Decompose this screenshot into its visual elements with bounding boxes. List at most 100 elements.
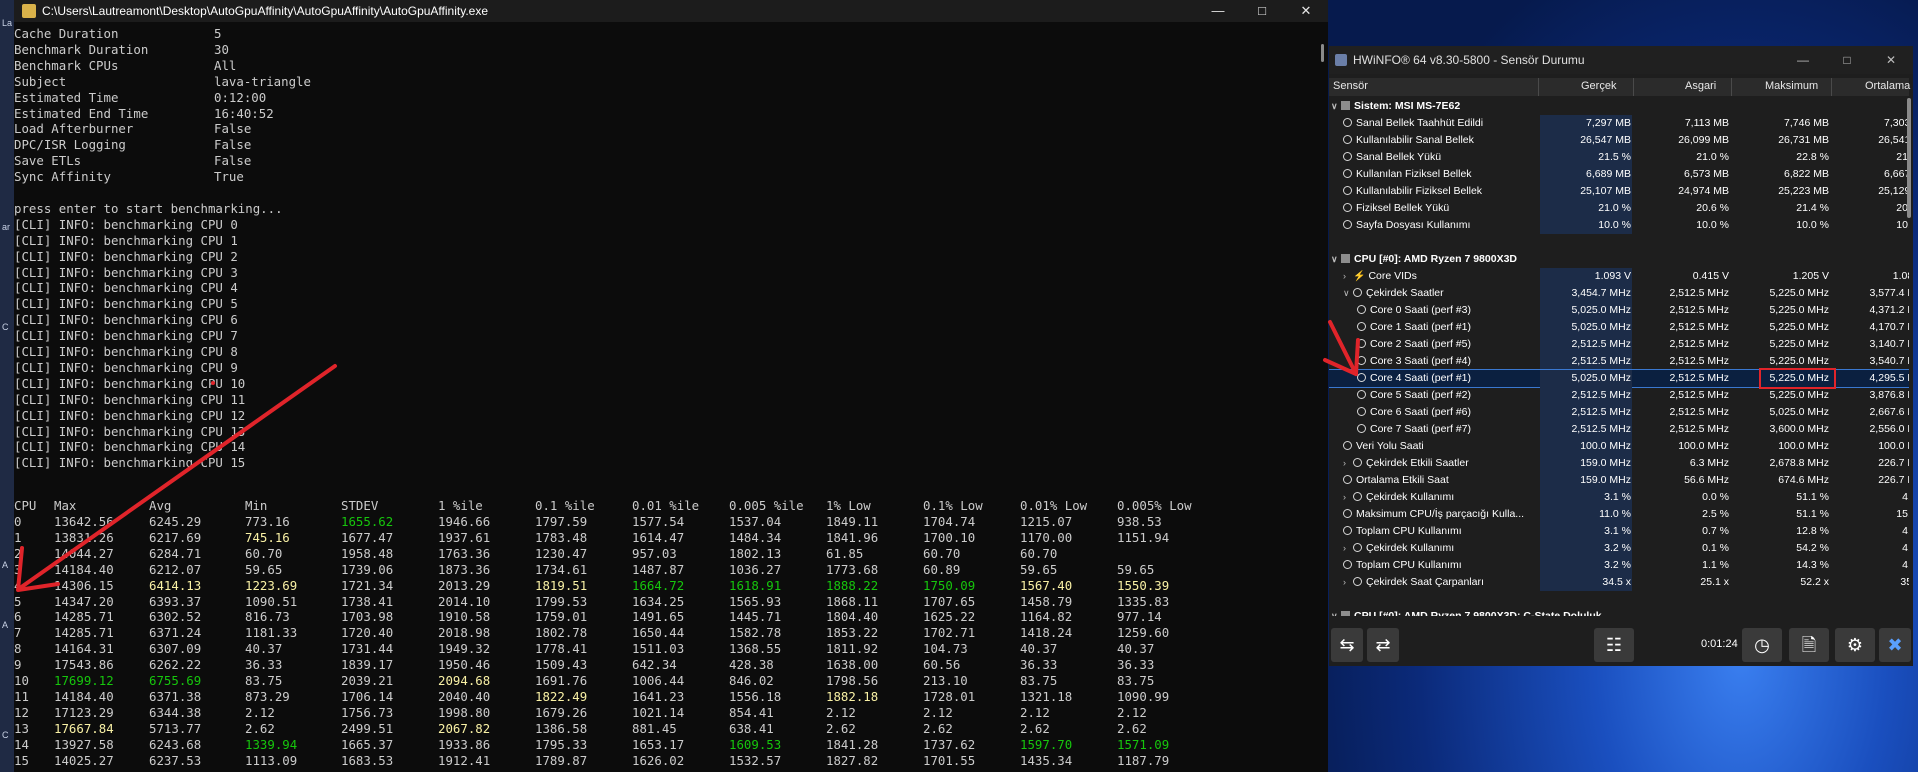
sensor-row[interactable]: Veri Yolu Saati 100.0 MHz 100.0 MHz 100.0 M… [1329,438,1909,455]
sensor-row[interactable]: Core 1 Saati (perf #1) 5,025.0 MHz 2,512.5… [1329,319,1909,336]
clock-icon [1357,424,1366,433]
close-button[interactable]: ✕ [1869,46,1913,74]
results-cell: 1664.72 [632,577,685,593]
sensor-row[interactable]: › Çekirdek Kullanımı 3.1 % 0.0 % 51.1 % 4.2 % [1329,489,1909,506]
minimize-button[interactable]: — [1196,0,1240,22]
column-current[interactable]: Gerçek [1581,80,1616,92]
network-icon[interactable]: ☷ [1594,628,1634,662]
clock-icon [1357,390,1366,399]
sensor-name: Core 4 Saati (perf #1) [1370,372,1471,384]
column-avg[interactable]: Ortalama [1865,80,1910,92]
sensor-row[interactable]: ›⚡Core VIDs 1.093 V 0.415 V 1.205 V 1.083 V [1329,268,1909,285]
maximize-button[interactable]: □ [1240,0,1284,22]
value-max: 12.8 % [1796,525,1829,537]
results-cell: 642.34 [632,657,677,673]
sensor-row[interactable]: Fiziksel Bellek Yükü 21.0 % 20.6 % 21.4 % 20… [1329,200,1909,217]
sensor-row[interactable]: ∨ Çekirdek Saatler 3,454.7 MHz 2,512.5 MHz 5… [1329,285,1909,302]
sensor-row[interactable]: Toplam CPU Kullanımı 3.2 % 1.1 % 14.3 % 4.4 … [1329,557,1909,574]
close-x-icon[interactable]: ✖ [1879,628,1911,662]
sensor-row[interactable]: Kullanılan Fiziksel Bellek 6,689 MB 6,573 … [1329,166,1909,183]
value-max: 5,225.0 MHz [1769,389,1829,401]
chevron-down-icon[interactable]: ∨ [1331,98,1341,115]
value-min: 2,512.5 MHz [1669,406,1729,418]
sensor-row[interactable]: › Çekirdek Saat Çarpanları 34.5 x 25.1 x 52.… [1329,574,1909,591]
results-cell: 1706.14 [341,688,394,704]
chevron-right-icon[interactable]: › [1343,455,1353,472]
sensor-row[interactable]: Sanal Bellek Yükü 21.5 % 21.0 % 22.8 % 21.5 … [1329,149,1909,166]
results-cell: 816.73 [245,609,290,625]
results-row: 10 17699.12 6755.69 83.75 2039.21 2094.68 1691… [14,673,1314,689]
chevron-down-icon[interactable]: ∨ [1331,608,1341,616]
value-avg: 15.1 % [1896,508,1909,520]
sensor-row[interactable]: Kullanılabilir Fiziksel Bellek 25,107 MB 2… [1329,183,1909,200]
value-max: 100.0 MHz [1778,440,1829,452]
results-header-cell: STDEV [341,498,379,514]
sensor-row[interactable]: Kullanılabilir Sanal Bellek 26,547 MB 26,0… [1329,132,1909,149]
config-line: DPC/ISR Logging False [14,137,614,153]
results-cell: 1853.22 [826,625,879,641]
column-sensor[interactable]: Sensör [1333,80,1368,92]
results-cell: 83.75 [1020,673,1058,688]
chevron-right-icon[interactable]: › [1343,489,1353,506]
results-cell: 2014.10 [438,593,491,609]
desktop-item-fragment: ar [2,222,11,232]
sensor-group-header[interactable]: ∨ CPU [#0]: AMD Ryzen 7 9800X3D: C-State … [1329,608,1909,616]
hwinfo-titlebar[interactable]: HWiNFO® 64 v8.30-5800 - Sensör Durumu — … [1329,46,1913,74]
value-avg: 25,129 MB [1878,185,1909,197]
clock-icon [1343,509,1352,518]
column-max[interactable]: Maksimum [1765,80,1818,92]
sensor-row[interactable]: Core 2 Saati (perf #5) 2,512.5 MHz 2,512.5… [1329,336,1909,353]
results-cell: 1368.55 [729,641,782,657]
sensor-row[interactable]: Sanal Bellek Taahhüt Edildi 7,297 MB 7,113… [1329,115,1909,132]
clock-icon[interactable]: ◷ [1742,628,1782,662]
results-cell: 2 [14,545,22,561]
clock-icon [1343,169,1352,178]
minimize-button[interactable]: — [1781,46,1825,74]
console-scrollbar[interactable] [1321,44,1324,62]
sensor-row[interactable]: Core 7 Saati (perf #7) 2,512.5 MHz 2,512.5… [1329,421,1909,438]
sensor-row[interactable]: Core 6 Saati (perf #6) 2,512.5 MHz 2,512.5… [1329,404,1909,421]
sensor-group-header[interactable]: ∨ CPU [#0]: AMD Ryzen 7 9800X3D [1329,251,1909,268]
results-cell: 213.10 [923,673,968,688]
value-min: 0.0 % [1702,491,1729,503]
chevron-right-icon[interactable]: › [1343,268,1353,285]
sensor-row[interactable]: Ortalama Etkili Saat 159.0 MHz 56.6 MHz 674… [1329,472,1909,489]
results-cell: 1738.41 [341,593,394,609]
sensor-row[interactable]: › Çekirdek Etkili Saatler 159.0 MHz 6.3 MHz… [1329,455,1909,472]
results-header-cell: 0.1% Low [923,498,983,514]
chevron-right-icon[interactable]: › [1343,540,1353,557]
sensor-name: Maksimum CPU/İş parçacığı Kulla... [1356,508,1525,520]
maximize-button[interactable]: □ [1825,46,1869,74]
sensor-row[interactable]: Core 0 Saati (perf #3) 5,025.0 MHz 2,512.5… [1329,302,1909,319]
chevron-right-icon[interactable]: › [1343,574,1353,591]
add-log-icon[interactable]: 🗎 [1789,628,1829,662]
chevron-down-icon[interactable]: ∨ [1331,251,1341,268]
sensor-scrollbar[interactable] [1907,98,1911,218]
collapse-arrows-icon[interactable]: ⇄ [1367,628,1399,662]
chevron-down-icon[interactable]: ∨ [1343,285,1353,302]
log-line: [CLI] INFO: benchmarking CPU 2 [14,248,238,264]
settings-gear-icon[interactable]: ⚙ [1835,628,1875,662]
desktop-item-fragment: La [2,18,13,28]
sensor-row[interactable]: Sayfa Dosyası Kullanımı 10.0 % 10.0 % 10.0 … [1329,217,1909,234]
results-cell: 15 [14,752,29,768]
sensor-label: › ⚡ Core VIDs [1343,268,1417,285]
hwinfo-toolbar: ⇆ ⇄ ☷ 0:01:24 ◷ 🗎 ⚙ ✖ [1329,620,1913,666]
close-button[interactable]: ✕ [1284,0,1328,22]
sensor-row[interactable]: Core 5 Saati (perf #2) 2,512.5 MHz 2,512.5… [1329,387,1909,404]
results-cell: 59.65 [1020,561,1058,577]
results-row: 6 14285.71 6302.52 816.73 1703.98 1910.58 1759… [14,609,1314,625]
sensor-row[interactable]: Maksimum CPU/İş parçacığı Kulla... 11.0 %… [1329,506,1909,523]
results-cell: 1868.11 [826,593,879,609]
console-titlebar[interactable]: C:\Users\Lautreamont\Desktop\AutoGpuAffi… [14,0,1328,22]
results-cell: 2067.82 [438,720,491,736]
sensor-row[interactable]: › Çekirdek Kullanımı 3.2 % 0.1 % 54.2 % 4.4 % [1329,540,1909,557]
results-cell: 6245.29 [149,514,202,529]
sensor-row[interactable]: Toplam CPU Kullanımı 3.1 % 0.7 % 12.8 % 4.2 … [1329,523,1909,540]
results-cell: 61.85 [826,545,864,561]
results-cell: 6755.69 [149,673,202,688]
sensor-group-header[interactable]: ∨ Sistem: MSI MS-7E62 [1329,98,1909,115]
results-cell: 59.65 [245,561,283,577]
nav-left-right-icon[interactable]: ⇆ [1331,628,1363,662]
column-min[interactable]: Asgari [1685,80,1716,92]
